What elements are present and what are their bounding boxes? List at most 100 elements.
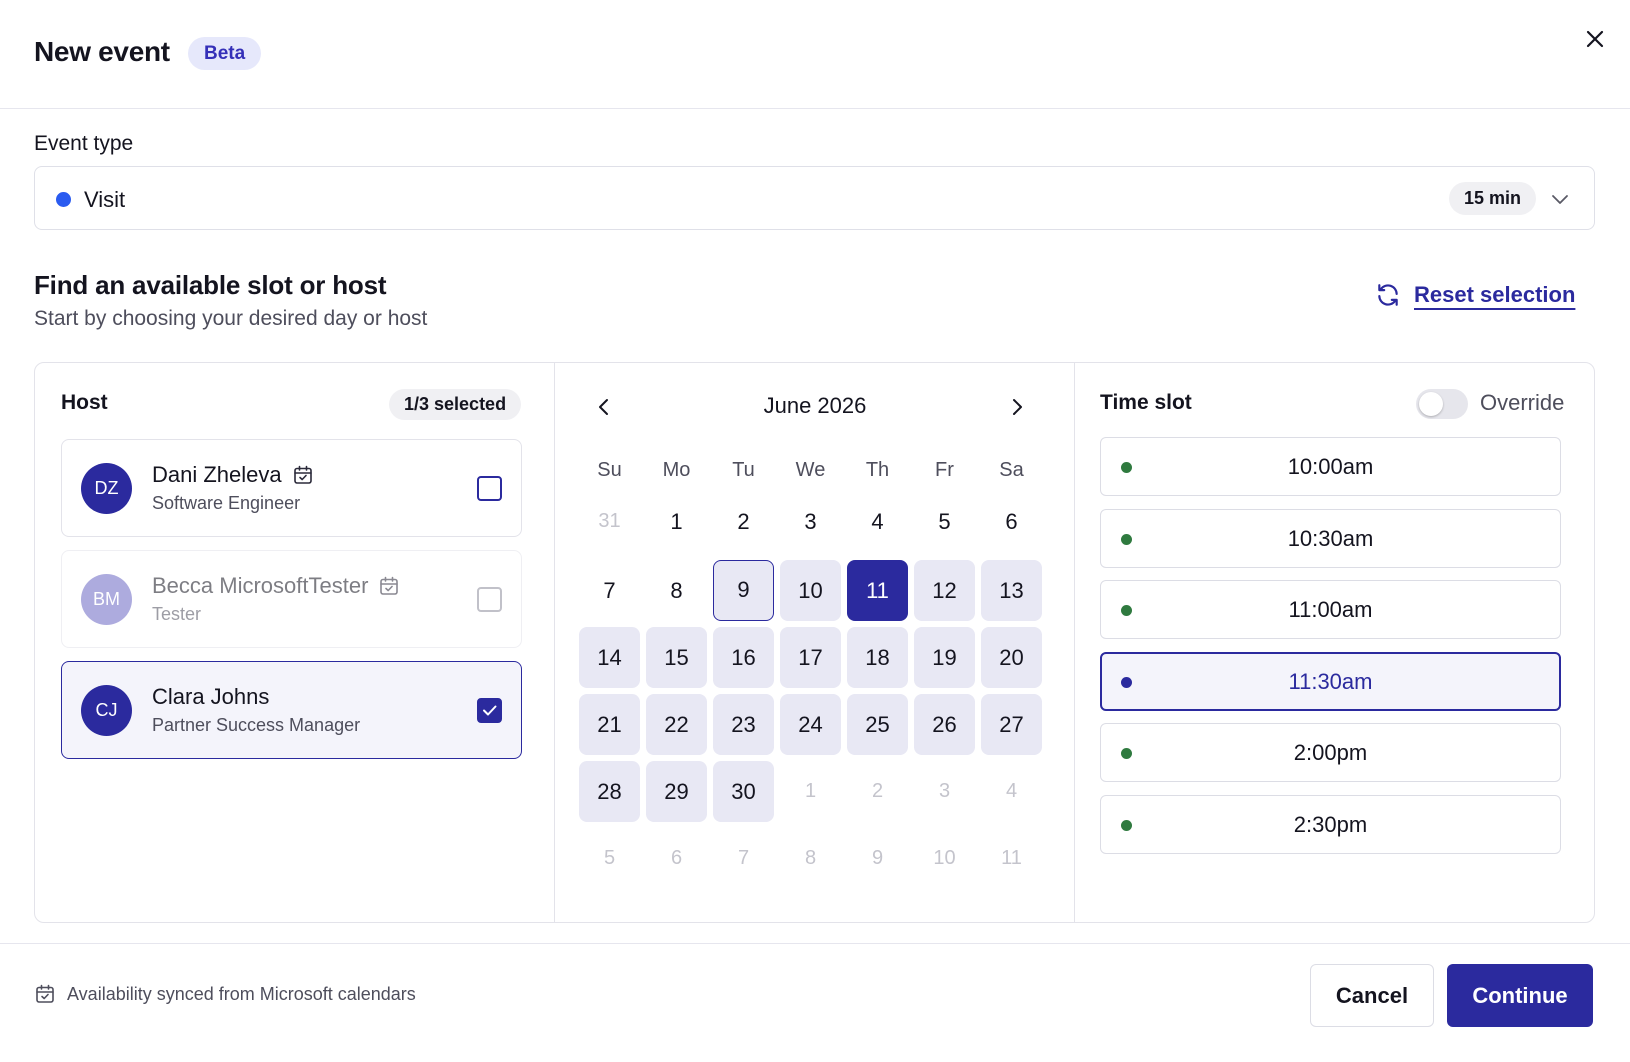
- event-type-select[interactable]: Visit 15 min: [34, 166, 1595, 230]
- calendar-column: June 2026 Su Mo Tu We Th Fr Sa 31 1 2 3 4 5 6 7 8 9 10 11 1…: [555, 363, 1074, 922]
- checkmark-icon: [483, 705, 497, 716]
- host-checkbox[interactable]: [477, 476, 502, 501]
- continue-button[interactable]: Continue: [1447, 964, 1593, 1027]
- calendar-day[interactable]: 24: [780, 694, 841, 755]
- calendar-day[interactable]: 22: [646, 694, 707, 755]
- calendar-day: 9: [871, 847, 884, 869]
- calendar-day: 1: [804, 780, 817, 802]
- weekday-label: Th: [865, 459, 890, 481]
- avatar: CJ: [81, 685, 132, 736]
- time-slot-label: 11:30am: [1288, 668, 1373, 694]
- event-type-label: Event type: [34, 132, 134, 155]
- calendar-day[interactable]: 10: [780, 560, 841, 621]
- calendar-day-selected[interactable]: 11: [847, 560, 908, 621]
- calendar-day[interactable]: 30: [713, 761, 774, 822]
- calendar-day-today[interactable]: 9: [713, 560, 774, 621]
- footer-divider: [0, 943, 1630, 944]
- chevron-down-icon: [1548, 187, 1572, 211]
- scheduling-panel: Host 1/3 selected DZ Dani Zheleva Softwa…: [34, 362, 1595, 923]
- calendar-day[interactable]: 27: [981, 694, 1042, 755]
- weekday-label: We: [795, 459, 826, 481]
- time-slot[interactable]: 10:00am: [1100, 437, 1561, 496]
- host-role: Tester: [152, 604, 202, 624]
- calendar-day[interactable]: 20: [981, 627, 1042, 688]
- calendar-day[interactable]: 5: [914, 491, 975, 552]
- chevron-right-icon[interactable]: [1003, 393, 1031, 421]
- calendar-month: June 2026: [763, 393, 867, 418]
- host-selected-count: 1/3 selected: [389, 389, 522, 420]
- event-color-dot: [56, 192, 71, 207]
- close-icon[interactable]: [1580, 24, 1610, 54]
- override-label: Override: [1480, 390, 1565, 415]
- calendar-day[interactable]: 7: [579, 560, 640, 621]
- time-slot-label: 2:00pm: [1293, 740, 1368, 765]
- calendar-day[interactable]: 18: [847, 627, 908, 688]
- find-slot-title: Find an available slot or host: [34, 270, 387, 300]
- calendar-day: 4: [1005, 780, 1018, 802]
- modal-header: New event Beta: [0, 0, 1630, 109]
- time-slot-label: 2:30pm: [1293, 811, 1368, 837]
- calendar-day: 31: [598, 510, 621, 532]
- calendar-day[interactable]: 29: [646, 761, 707, 822]
- reset-selection-button[interactable]: Reset selection: [1375, 280, 1575, 310]
- calendar-day[interactable]: 3: [780, 491, 841, 552]
- host-title: Host: [61, 391, 108, 414]
- time-slot[interactable]: 11:30am: [1100, 651, 1561, 711]
- host-checkbox[interactable]: [477, 587, 502, 612]
- find-slot-subtitle: Start by choosing your desired day or ho…: [34, 307, 428, 330]
- calendar-day[interactable]: 25: [847, 694, 908, 755]
- calendar-day: 2: [871, 780, 884, 802]
- duration-badge: 15 min: [1449, 182, 1537, 215]
- calendar-day[interactable]: 17: [780, 627, 841, 688]
- host-checkbox[interactable]: [477, 698, 502, 723]
- calendar-day[interactable]: 28: [579, 761, 640, 822]
- calendar-day[interactable]: 1: [646, 491, 707, 552]
- timeslot-column: Time slot Override 10:00am 10:30am 11:00am…: [1075, 363, 1594, 922]
- time-slot[interactable]: 2:30pm: [1100, 794, 1561, 854]
- calendar-day: 8: [804, 847, 817, 869]
- calendar-day[interactable]: 4: [847, 491, 908, 552]
- time-slot-label: 11:00am: [1288, 597, 1373, 622]
- host-card-becca-microsofttester[interactable]: BM Becca MicrosoftTester Tester: [61, 550, 522, 648]
- calendar-day[interactable]: 16: [713, 627, 774, 688]
- calendar-day[interactable]: 13: [981, 560, 1042, 621]
- host-name: Clara Johns: [152, 684, 270, 709]
- calendar-day[interactable]: 6: [981, 491, 1042, 552]
- calendar-check-icon: [293, 465, 312, 484]
- host-card-clara-johns[interactable]: CJ Clara Johns Partner Success Manager: [61, 661, 522, 759]
- host-role: Partner Success Manager: [152, 715, 361, 735]
- calendar-day: 6: [670, 847, 683, 869]
- host-column: Host 1/3 selected DZ Dani Zheleva Softwa…: [35, 363, 554, 922]
- calendar-day: 7: [737, 847, 750, 869]
- toggle-knob: [1419, 392, 1443, 416]
- sync-status: Availability synced from Microsoft calen…: [34, 983, 416, 1005]
- time-slot[interactable]: 10:30am: [1100, 508, 1561, 568]
- override-toggle[interactable]: [1416, 389, 1468, 419]
- calendar-day: 10: [933, 847, 956, 869]
- calendar-day[interactable]: 2: [713, 491, 774, 552]
- calendar-day[interactable]: 19: [914, 627, 975, 688]
- host-card-dani-zheleva[interactable]: DZ Dani Zheleva Software Engineer: [61, 439, 522, 537]
- calendar-day[interactable]: 21: [579, 694, 640, 755]
- weekday-label: Sa: [999, 459, 1024, 481]
- calendar-day[interactable]: 26: [914, 694, 975, 755]
- beta-badge: Beta: [188, 37, 262, 70]
- time-slot[interactable]: 11:00am: [1100, 580, 1561, 639]
- time-slot-label: 10:30am: [1287, 525, 1374, 551]
- calendar-day[interactable]: 14: [579, 627, 640, 688]
- calendar-check-icon: [380, 576, 399, 595]
- calendar-day[interactable]: 23: [713, 694, 774, 755]
- avatar: BM: [81, 574, 132, 625]
- cancel-button[interactable]: Cancel: [1310, 964, 1434, 1027]
- time-slot[interactable]: 2:00pm: [1100, 723, 1561, 782]
- calendar-day: 5: [603, 847, 616, 869]
- host-role: Software Engineer: [152, 493, 301, 513]
- calendar-day[interactable]: 8: [646, 560, 707, 621]
- calendar-day: 3: [938, 780, 951, 802]
- reset-selection-label: Reset selection: [1414, 282, 1576, 307]
- avatar: DZ: [81, 463, 132, 514]
- calendar-day[interactable]: 12: [914, 560, 975, 621]
- sync-text: Availability synced from Microsoft calen…: [67, 983, 416, 1004]
- timeslot-title: Time slot: [1100, 391, 1192, 414]
- calendar-day[interactable]: 15: [646, 627, 707, 688]
